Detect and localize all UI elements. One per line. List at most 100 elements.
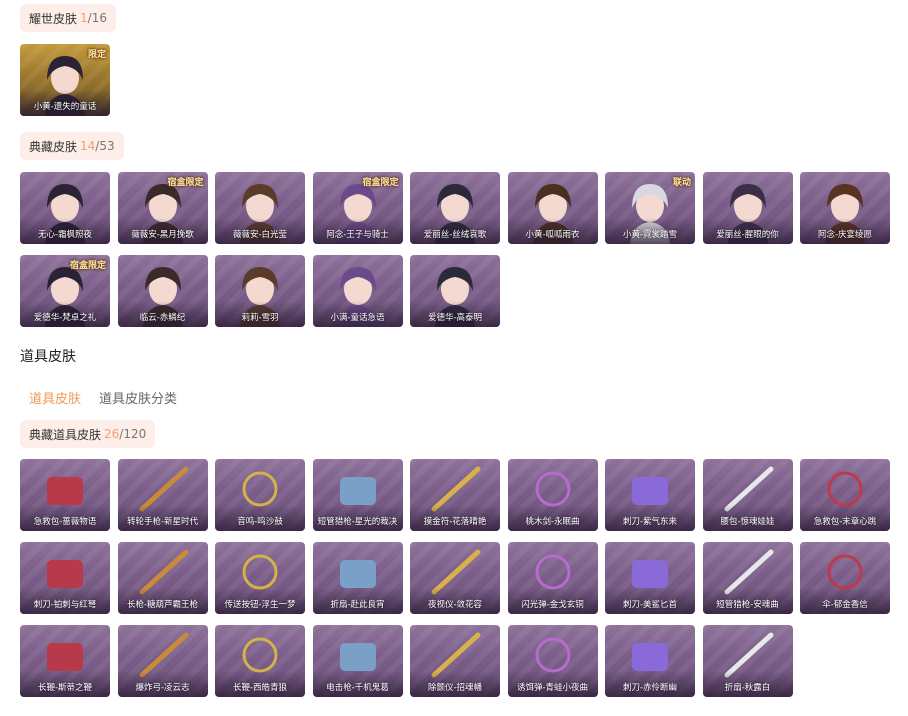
prop-skin-name: 折扇-秋露白 (724, 683, 771, 693)
prop-skin-name: 急救包-末章心跳 (813, 517, 877, 527)
limited-tag: 宿盒限定 (167, 178, 204, 188)
collection-skin-name: 小黄-呱呱雨衣 (525, 230, 580, 240)
badge-count: 14 (80, 139, 96, 153)
limited-tag: 宿盒限定 (362, 178, 399, 188)
prop-skin-name: 急救包-蔷薇物语 (33, 517, 97, 527)
prop-skin-card[interactable]: 急救包-蔷薇物语 (20, 459, 110, 531)
legend-skin-name: 小黄-遗失的童话 (33, 102, 97, 112)
prop-skin-name: 音鸣-鸣沙鼓 (237, 517, 283, 527)
collection-skin-name: 小满-童话急语 (330, 313, 385, 323)
prop-skin-card[interactable]: 摸金符-花落晴艳 (410, 459, 500, 531)
prop-skin-name: 刺刀-铂刺与红弩 (33, 600, 97, 610)
prop-skin-card[interactable]: 夜视仪-敛花容 (410, 542, 500, 614)
badge-label: 耀世皮肤 (29, 11, 78, 26)
collection-skin-name: 无心-霜枫照夜 (37, 230, 93, 240)
prop-skin-name: 短管猎枪-安魂曲 (716, 600, 779, 610)
collection-skin-card[interactable]: 阿念-庆宴绫愿 (800, 172, 890, 244)
collection-skin-name: 薇薇安-白光莹 (232, 230, 288, 240)
prop-skin-name: 折扇-赴此良宵 (330, 600, 385, 610)
prop-skin-card[interactable]: 除颤仪-招魂幡 (410, 625, 500, 697)
prop-skin-card[interactable]: 急救包-末章心跳 (800, 459, 890, 531)
prop-skin-name: 长枪-糖葫芦霸王枪 (126, 600, 199, 610)
prop-skin-card[interactable]: 爆炸弓-凌云志 (117, 625, 208, 697)
prop-skin-card[interactable]: 腰包-惊魂娃娃 (702, 459, 793, 531)
legend-skin-card[interactable]: 限定 小黄-遗失的童话 (20, 44, 110, 116)
prop-skin-name: 长鞭-斯蒂之鞭 (37, 683, 93, 693)
collection-skin-card[interactable]: 小满-童话急语 (312, 255, 403, 327)
prop-skin-name: 传送按钮-浮生一梦 (224, 600, 296, 610)
prop-skin-card[interactable]: 刺刀-美鲨匕首 (605, 542, 695, 614)
collection-skin-card[interactable]: 爱丽丝-腥眼的你 (702, 172, 793, 244)
prop-skin-card[interactable]: 桃木剑-永眠曲 (507, 459, 598, 531)
badge-total: /53 (95, 139, 115, 153)
tab-prop-skins[interactable]: 道具皮肤 (20, 384, 90, 410)
prop-skin-name: 闪光弹-金戈玄铜 (521, 600, 584, 610)
collection-skin-name: 阿念-王子与骑士 (326, 230, 389, 240)
collection-skin-card[interactable]: 无心-霜枫照夜 (20, 172, 110, 244)
collection-skin-card[interactable]: 薇薇安-白光莹 (215, 172, 305, 244)
collection-skin-name: 莉莉-雪羽 (241, 313, 279, 323)
prop-skin-name: 腰包-惊魂娃娃 (720, 517, 775, 527)
prop-skin-name: 刺刀-赤伶断幽 (622, 683, 678, 693)
prop-skin-name: 刺刀-美鲨匕首 (622, 600, 678, 610)
prop-skin-card[interactable]: 诱饵弹-青蛙小夜曲 (507, 625, 598, 697)
collection-skin-card[interactable]: 临云-赤鳞纪 (117, 255, 208, 327)
prop-skin-card[interactable]: 短管猎枪-安魂曲 (702, 542, 793, 614)
prop-skin-name: 摸金符-花落晴艳 (423, 517, 487, 527)
collection-skin-card[interactable]: 宿盒限定阿念-王子与骑士 (312, 172, 403, 244)
collection-skin-card[interactable]: 宿盒限定薇薇安-黑月挽歌 (117, 172, 208, 244)
badge-total: /120 (119, 427, 147, 441)
prop-skin-name: 夜视仪-敛花容 (427, 600, 483, 610)
prop-skin-name: 桃木剑-永眠曲 (525, 517, 580, 527)
prop-skin-card[interactable]: 刺刀-铂刺与红弩 (20, 542, 110, 614)
prop-skin-card[interactable]: 长鞭-斯蒂之鞭 (20, 625, 110, 697)
prop-skin-name: 转轮手枪-新星时代 (126, 517, 199, 527)
collection-skin-card[interactable]: 宿盒限定爱德华-梵卓之礼 (20, 255, 110, 327)
collection-skin-card[interactable]: 莉莉-雪羽 (215, 255, 305, 327)
badge-total: /16 (87, 11, 107, 25)
prop-skin-card[interactable]: 短管猎枪-星光的裁决 (312, 459, 403, 531)
collection-skin-name: 爱丽丝-丝绒哀歌 (423, 230, 487, 240)
limited-tag: 联动 (672, 178, 691, 188)
prop-skin-name: 长鞭-西皓青狼 (232, 683, 288, 693)
prop-skin-card[interactable]: 电击枪-千机鬼葛 (312, 625, 403, 697)
collection-skin-name: 爱丽丝-腥眼的你 (716, 230, 779, 240)
collection-skin-name: 爱德华-高泰明 (427, 313, 483, 323)
props-section-title: 道具皮肤 (20, 349, 76, 365)
prop-skin-name: 爆炸弓-凌云志 (135, 683, 190, 693)
legend-skins-badge: 耀世皮肤 1 /16 (20, 4, 116, 32)
prop-skin-card[interactable]: 折扇-赴此良宵 (312, 542, 403, 614)
collection-skin-name: 爱德华-梵卓之礼 (33, 313, 97, 323)
badge-count: 1 (80, 11, 88, 25)
prop-skin-name: 除颤仪-招魂幡 (427, 683, 483, 693)
collection-skin-name: 临云-赤鳞纪 (139, 313, 186, 323)
prop-skin-card[interactable]: 传送按钮-浮生一梦 (215, 542, 305, 614)
prop-skin-card[interactable]: 长鞭-西皓青狼 (215, 625, 305, 697)
badge-count: 26 (104, 427, 120, 441)
prop-skin-card[interactable]: 长枪-糖葫芦霸王枪 (117, 542, 208, 614)
prop-skin-card[interactable]: 折扇-秋露白 (702, 625, 793, 697)
collection-skin-card[interactable]: 小黄-呱呱雨衣 (507, 172, 598, 244)
prop-skin-name: 电击枪-千机鬼葛 (326, 683, 389, 693)
badge-label: 典藏皮肤 (29, 139, 78, 154)
collection-skins-badge: 典藏皮肤 14 /53 (20, 132, 124, 160)
prop-skin-name: 短管猎枪-星光的裁决 (317, 517, 398, 527)
limited-tag: 宿盒限定 (69, 261, 106, 271)
prop-skin-card[interactable]: 音鸣-鸣沙鼓 (215, 459, 305, 531)
props-tabs: 道具皮肤 道具皮肤分类 (20, 384, 186, 410)
collection-props-badge: 典藏道具皮肤 26 /120 (20, 420, 156, 448)
collection-skin-name: 阿念-庆宴绫愿 (817, 230, 873, 240)
collection-skin-name: 薇薇安-黑月挽歌 (131, 230, 194, 240)
collection-skin-card[interactable]: 爱丽丝-丝绒哀歌 (410, 172, 500, 244)
prop-skin-name: 刺刀-紫气东来 (622, 517, 678, 527)
prop-skin-card[interactable]: 刺刀-紫气东来 (605, 459, 695, 531)
collection-skin-card[interactable]: 爱德华-高泰明 (410, 255, 500, 327)
prop-skin-name: 伞-郁金香信 (822, 600, 868, 610)
tab-prop-skin-categories[interactable]: 道具皮肤分类 (90, 384, 186, 410)
collection-skin-name: 小黄-霓裳踏雪 (622, 230, 678, 240)
prop-skin-card[interactable]: 转轮手枪-新星时代 (117, 459, 208, 531)
collection-skin-card[interactable]: 联动小黄-霓裳踏雪 (605, 172, 695, 244)
prop-skin-card[interactable]: 伞-郁金香信 (800, 542, 890, 614)
prop-skin-card[interactable]: 刺刀-赤伶断幽 (605, 625, 695, 697)
prop-skin-card[interactable]: 闪光弹-金戈玄铜 (507, 542, 598, 614)
